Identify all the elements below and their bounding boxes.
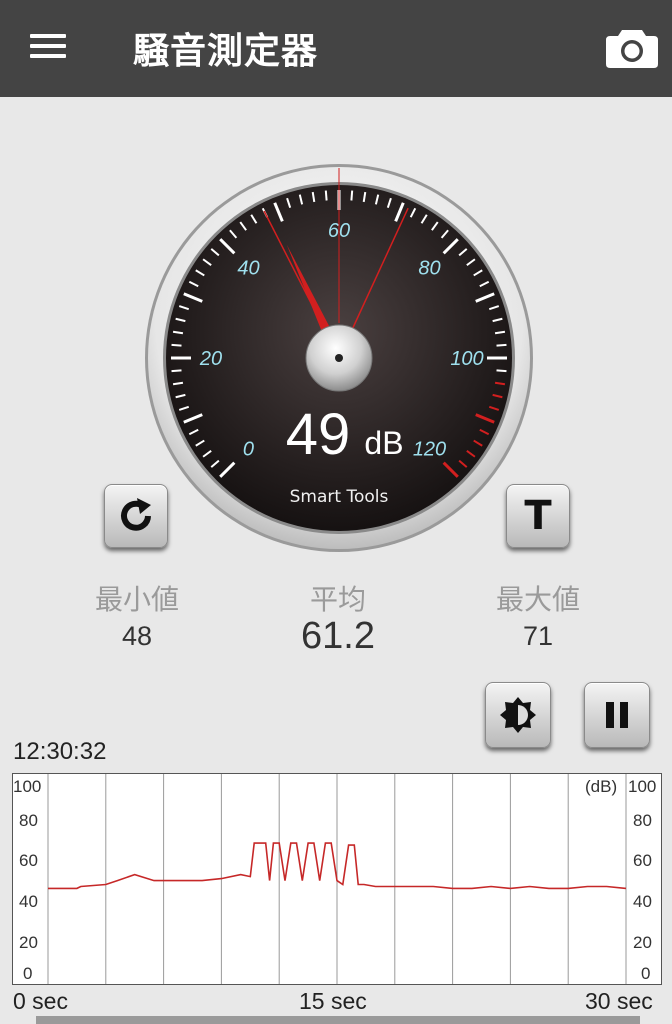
gauge-scale-label: 20: [199, 348, 222, 370]
menu-icon[interactable]: [26, 26, 72, 66]
min-label: 最小値: [94, 583, 179, 616]
gauge-scale-label: 80: [418, 257, 440, 279]
y-tick-right: 40: [633, 892, 652, 911]
gauge-scale-label: 120: [413, 439, 446, 461]
y-tick-left: 80: [19, 811, 38, 830]
pause-icon: [606, 702, 628, 728]
brightness-icon: [500, 697, 536, 733]
camera-icon[interactable]: [604, 24, 660, 70]
clock-time: 12:30:32: [13, 738, 107, 765]
brand-label: Smart Tools: [290, 487, 389, 507]
max-label: 最大値: [495, 583, 580, 616]
refresh-icon: [121, 498, 151, 531]
x-tick-start: 0 sec: [13, 988, 68, 1014]
gauge-tick: [324, 190, 328, 201]
y-tick-right: 60: [633, 851, 652, 870]
y-tick-left: 40: [19, 892, 38, 911]
gauge-tick: [350, 190, 354, 201]
pause-button[interactable]: [584, 682, 650, 748]
x-tick-end: 30 sec: [585, 988, 653, 1014]
avg-value: 61.2: [301, 615, 375, 657]
y-tick-left: 100: [13, 777, 42, 796]
max-value: 71: [522, 621, 554, 651]
y-tick-left: 20: [19, 933, 38, 952]
history-graph: 100 80 60 40 20 0 100 80 60 40 20 0 (dB): [12, 773, 662, 985]
y-tick-right: 20: [633, 933, 652, 952]
min-value: 48: [121, 621, 153, 651]
avg-label: 平均: [309, 583, 366, 616]
t-button-label: T: [524, 493, 552, 539]
page-title: 騒音測定器: [133, 31, 319, 72]
brightness-button[interactable]: [485, 682, 551, 748]
y-tick-right: 100: [628, 777, 657, 796]
y-tick-left: 0: [23, 964, 33, 983]
unit-label: (dB): [585, 777, 618, 796]
gauge-tick: [171, 343, 182, 347]
t-button[interactable]: T: [506, 484, 570, 548]
sound-level-gauge: 020406080100120 49 dB Smart Tools: [145, 164, 533, 552]
x-tick-mid: 15 sec: [299, 988, 367, 1014]
gauge-unit: dB: [364, 425, 403, 461]
history-chart: [47, 774, 627, 984]
bottom-ad-strip: [36, 1016, 640, 1024]
gauge-tick: [496, 369, 507, 373]
app-bar: 騒音測定器: [0, 0, 672, 97]
gauge-scale-label: 40: [237, 257, 259, 279]
gauge-reading: 49: [286, 402, 351, 467]
y-tick-right: 80: [633, 811, 652, 830]
y-tick-left: 60: [19, 851, 38, 870]
reset-button[interactable]: [104, 484, 168, 548]
y-tick-right: 0: [641, 964, 651, 983]
gauge-scale-label: 0: [243, 439, 254, 461]
gauge-tick: [171, 369, 182, 373]
gauge-scale-label: 100: [450, 348, 483, 370]
gauge-tick: [496, 343, 507, 347]
